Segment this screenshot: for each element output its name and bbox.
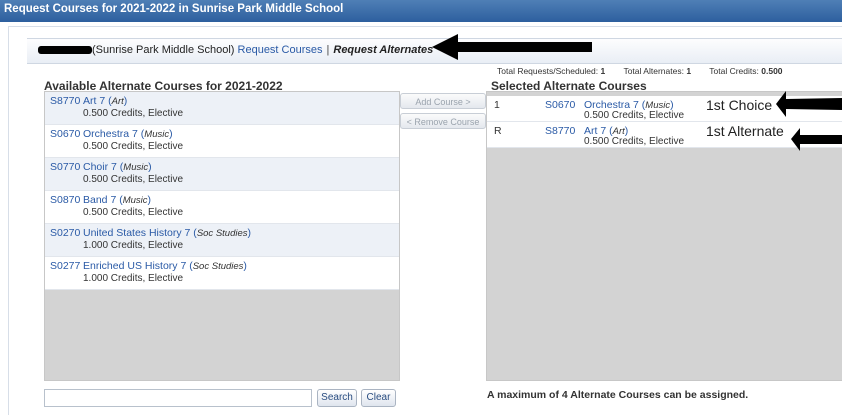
course-details: 0.500 Credits, Elective xyxy=(584,136,685,147)
add-course-button[interactable]: Add Course > xyxy=(400,93,486,109)
course-code: S0870 xyxy=(50,194,81,206)
course-row[interactable]: S0270 United States History 7 (Soc Studi… xyxy=(45,224,399,257)
available-courses-list: S8770 Art 7 (Art) 0.500 Credits, Electiv… xyxy=(44,91,400,381)
course-name: Art 7 (Art) xyxy=(83,95,128,107)
course-row[interactable]: S0277 Enriched US History 7 (Soc Studies… xyxy=(45,257,399,290)
course-code: S0770 xyxy=(50,161,81,173)
course-row[interactable]: S0770 Choir 7 (Music) 0.500 Credits, Ele… xyxy=(45,158,399,191)
course-code: S0670 xyxy=(50,128,81,140)
course-code: S0670 xyxy=(545,99,576,111)
request-courses-link[interactable]: Request Courses xyxy=(238,44,323,56)
course-details: 0.500 Credits, Elective xyxy=(83,174,184,185)
course-name: Band 7 (Music) xyxy=(83,194,152,206)
annotation-arrow-icon xyxy=(776,91,842,117)
course-name: United States History 7 (Soc Studies) xyxy=(83,227,252,239)
search-button[interactable]: Search xyxy=(317,389,357,407)
annotation-arrow-icon xyxy=(432,34,592,60)
max-alternates-note: A maximum of 4 Alternate Courses can be … xyxy=(487,389,749,401)
course-code: S0277 xyxy=(50,260,81,272)
course-name: Enriched US History 7 (Soc Studies) xyxy=(83,260,247,272)
selected-course-row[interactable]: R S8770 Art 7 (Art) 0.500 Credits, Elect… xyxy=(487,122,842,148)
course-details: 1.000 Credits, Elective xyxy=(83,240,184,251)
window-title-bar: Request Courses for 2021-2022 in Sunrise… xyxy=(0,0,842,22)
course-priority: 1 xyxy=(494,99,500,111)
course-name: Choir 7 (Music) xyxy=(83,161,152,173)
total-alternates-label: Total Alternates: xyxy=(623,66,684,76)
total-alternates-value: 1 xyxy=(686,66,692,76)
breadcrumb-current: Request Alternates xyxy=(333,44,434,56)
window-title: Request Courses for 2021-2022 in Sunrise… xyxy=(4,3,344,15)
course-details: 0.500 Credits, Elective xyxy=(83,108,184,119)
course-row[interactable]: S0670 Orchestra 7 (Music) 0.500 Credits,… xyxy=(45,125,399,158)
course-priority: R xyxy=(494,125,502,137)
course-details: 0.500 Credits, Elective xyxy=(83,207,184,218)
course-code: S8770 xyxy=(50,95,81,107)
annotation-label: 1st Alternate xyxy=(706,123,784,139)
totals-summary: Total Requests/Scheduled: 1 Total Altern… xyxy=(497,66,783,76)
clear-button[interactable]: Clear xyxy=(361,389,396,407)
total-credits-value: 0.500 xyxy=(761,66,783,76)
selected-courses-list: 1 S0670 Orchestra 7 (Music) 0.500 Credit… xyxy=(486,91,842,381)
course-details: 1.000 Credits, Elective xyxy=(83,273,184,284)
annotation-arrow-icon xyxy=(791,128,842,151)
course-code: S8770 xyxy=(545,125,576,137)
course-row[interactable]: S0870 Band 7 (Music) 0.500 Credits, Elec… xyxy=(45,191,399,224)
redacted-student-name xyxy=(38,46,92,55)
course-name: Orchestra 7 (Music) xyxy=(83,128,173,140)
course-row[interactable]: S8770 Art 7 (Art) 0.500 Credits, Electiv… xyxy=(45,92,399,125)
course-details: 0.500 Credits, Elective xyxy=(584,110,685,121)
course-code: S0270 xyxy=(50,227,81,239)
breadcrumb-separator: | xyxy=(326,44,330,56)
annotation-label: 1st Choice xyxy=(706,97,773,113)
total-credits-label: Total Credits: xyxy=(709,66,759,76)
total-requests-value: 1 xyxy=(600,66,606,76)
course-details: 0.500 Credits, Elective xyxy=(83,141,184,152)
breadcrumb-school: (Sunrise Park Middle School) xyxy=(92,44,235,56)
search-input[interactable] xyxy=(44,389,312,407)
remove-course-button[interactable]: < Remove Course xyxy=(400,113,486,129)
total-requests-label: Total Requests/Scheduled: xyxy=(497,66,599,76)
breadcrumb: (Sunrise Park Middle School) Request Cou… xyxy=(38,44,433,56)
